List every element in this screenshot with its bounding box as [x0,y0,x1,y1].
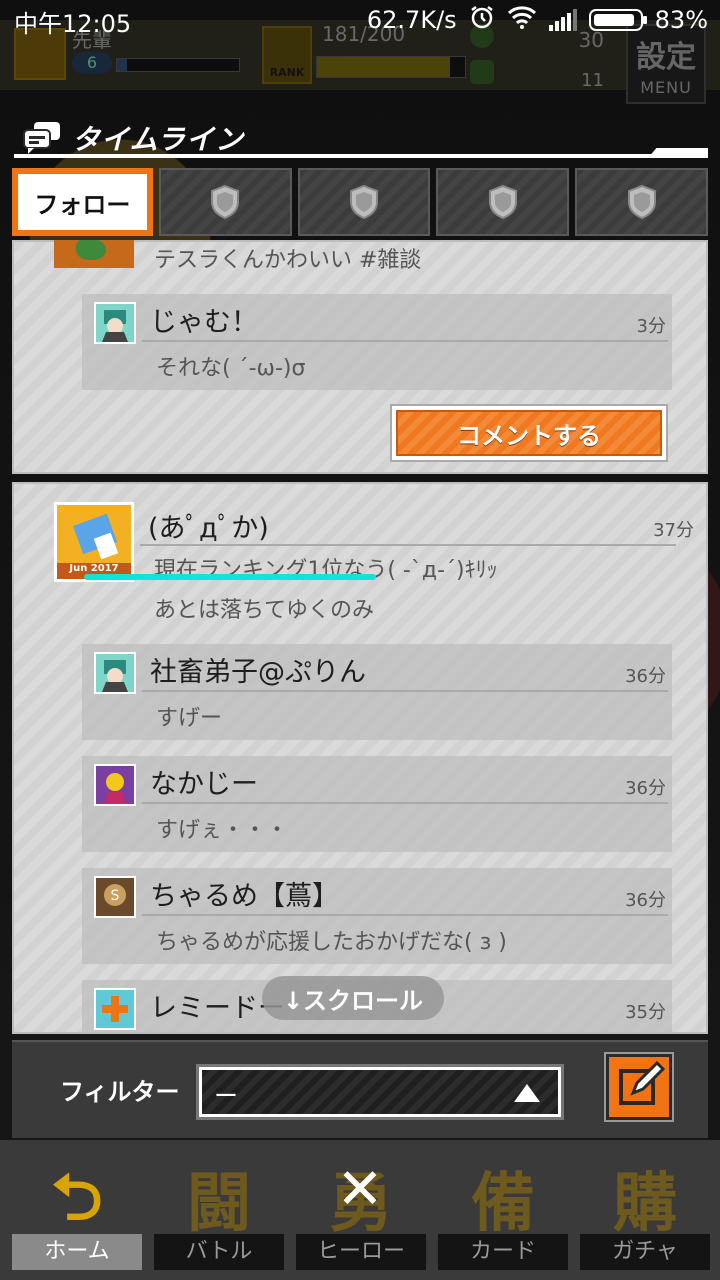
nav-label: ホーム [12,1234,142,1270]
comment-text: それな( ´-ω-)σ [156,356,306,381]
filter-label: フィルター [60,1078,180,1106]
dropdown-arrow-icon [514,1084,540,1102]
scroll-hint: ↓スクロール [262,976,444,1020]
comment-item: S ちゃるめ【蔦】 36分 ちゃるめが応援したおかげだな( з ) [82,868,672,964]
header-divider [14,154,708,158]
status-time: 中午12:05 [14,10,132,38]
post-time: 37分 [653,520,694,541]
user-avatar[interactable] [94,302,136,344]
comment-author[interactable]: じゃむ！ [150,300,258,339]
comment-time: 36分 [625,890,666,911]
nav-label: ヒーロー [296,1234,426,1270]
comment-divider [142,914,668,916]
highlight-mark [84,574,376,580]
comment-item: なかじー 36分 すげぇ・・・ [82,756,672,852]
user-avatar[interactable] [94,652,136,694]
comment-time: 35分 [625,1002,666,1023]
comment-author[interactable]: 社畜弟子@ぷりん [150,650,366,689]
user-avatar[interactable]: Jun 2017 [54,502,134,582]
tab-follow[interactable]: フォロー [12,168,153,236]
shield-icon [627,184,656,220]
nav-home[interactable]: ⮌ ホーム [4,1146,150,1276]
comment-text: すげぇ・・・ [156,818,289,843]
timeline-post: Jun 2017 (あﾟдﾟか) 37分 現在ランキング1位なう( -`д-´)… [12,482,708,1034]
wifi-icon [507,5,537,35]
timeline-feed[interactable]: テスラくんかわいい #雑談 じゃむ！ 3分 それな( ´-ω-)σ コメントする… [12,240,708,1034]
comment-author[interactable]: ちゃるめ【蔦】 [150,874,339,913]
alarm-icon [469,4,495,36]
tab-guild-4[interactable] [575,168,708,236]
comment-text: すげー [156,706,223,731]
tab-guild-2[interactable] [297,168,431,236]
filter-dropdown[interactable]: ー [196,1064,564,1120]
tab-guild-3[interactable] [436,168,570,236]
comment-divider [142,690,668,692]
header-divider-accent [648,148,708,158]
timeline-title: タイムライン [72,123,245,156]
comment-author[interactable]: なかじー [150,762,258,801]
comment-time: 3分 [636,316,666,337]
nav-label: ガチャ [580,1234,710,1270]
card-icon: 備 [471,1167,535,1241]
timeline-post: テスラくんかわいい #雑談 じゃむ！ 3分 それな( ´-ω-)σ コメントする [12,240,708,474]
svg-text:S: S [111,888,120,904]
shield-icon [349,184,378,220]
tab-guild-1[interactable] [158,168,292,236]
nav-label: バトル [154,1234,284,1270]
nav-card[interactable]: 備 カード [430,1146,576,1276]
comment-item: 社畜弟子@ぷりん 36分 すげー [82,644,672,740]
battle-icon: 闘 [187,1167,251,1241]
comment-time: 36分 [625,666,666,687]
user-avatar[interactable] [94,988,136,1030]
network-speed: 62.7K/s [366,6,457,34]
user-avatar[interactable] [94,764,136,806]
status-bar: 中午12:05 62.7K/s 83% [0,0,720,40]
battery-percent: 83% [654,6,708,34]
comment-divider [142,802,668,804]
post-text-line2: あとは落ちてゆくのみ [154,598,375,623]
post-divider [140,544,676,546]
timeline-tabs: フォロー [12,168,708,236]
post-text: テスラくんかわいい #雑談 [154,248,422,273]
nav-gacha[interactable]: 購 ガチャ [572,1146,718,1276]
filter-value: ー [214,1082,238,1110]
post-author[interactable]: (あﾟдﾟか) [148,506,269,545]
user-avatar[interactable]: S [94,876,136,918]
comment-item: じゃむ！ 3分 それな( ´-ω-)σ [82,294,672,390]
nav-label: カード [438,1234,568,1270]
comment-button[interactable]: コメントする [390,404,668,462]
user-avatar[interactable] [54,240,134,268]
shield-icon [488,184,517,220]
comment-text: ちゃるめが応援したおかげだな( з ) [156,930,507,955]
gacha-icon: 購 [613,1167,677,1241]
chat-bubbles-icon [22,120,62,154]
comment-divider [142,340,668,342]
signal-icon [548,9,577,31]
comment-time: 36分 [625,778,666,799]
comment-button-label: コメントする [396,410,662,456]
battery-icon [588,9,647,31]
compose-post-button[interactable] [606,1054,672,1120]
close-button[interactable]: ✕ [330,1160,390,1220]
edit-icon [619,1060,666,1105]
timeline-header: タイムライン [0,112,720,164]
nav-battle[interactable]: 闘 バトル [146,1146,292,1276]
shield-icon [211,184,240,220]
filter-bar: フィルター ー [12,1040,708,1138]
